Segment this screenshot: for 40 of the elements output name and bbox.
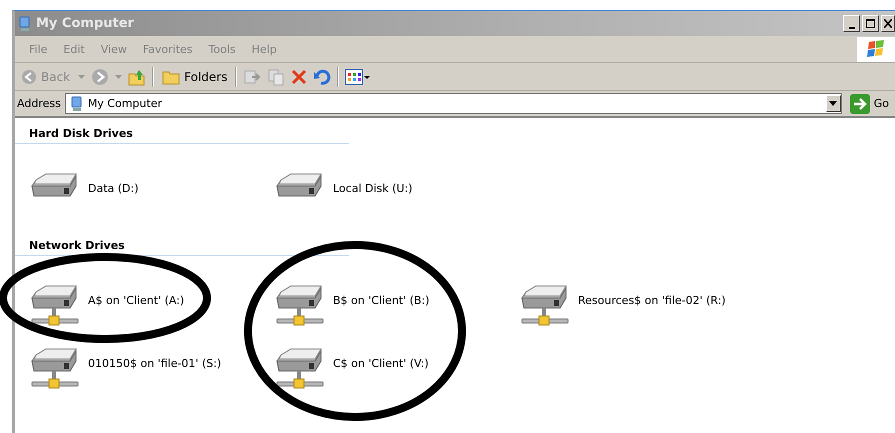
group-header: Hard Disk Drives <box>15 127 349 144</box>
drive-item[interactable]: C$ on 'Client' (V:) <box>275 347 520 395</box>
drive-item[interactable]: Data (D:) <box>30 172 275 220</box>
move-icon[interactable] <box>243 68 262 86</box>
go-button[interactable]: Go <box>846 94 895 114</box>
network-drive-icon <box>30 347 80 391</box>
views-icon[interactable] <box>345 68 372 84</box>
caret-icon <box>829 101 838 106</box>
flag-logo-icon <box>866 39 886 59</box>
caret-icon[interactable] <box>115 74 122 78</box>
address-label: Address <box>17 97 61 110</box>
delete-icon[interactable] <box>291 68 308 84</box>
drive-item[interactable]: B$ on 'Client' (B:) <box>275 284 520 332</box>
group-header: Network Drives <box>15 239 349 256</box>
drive-item[interactable]: 010150$ on 'file-01' (S:) <box>30 347 275 395</box>
computer-icon <box>18 16 32 32</box>
caret-icon[interactable] <box>78 74 86 78</box>
network-drive-icon <box>275 347 325 391</box>
minimize-button[interactable] <box>843 15 860 32</box>
undo-icon[interactable] <box>313 68 332 86</box>
folders-button[interactable]: Folders <box>160 68 230 84</box>
minimize-icon <box>848 26 854 28</box>
drive-item[interactable]: Resources$ on 'file-02' (R:) <box>520 284 765 332</box>
window-title: My Computer <box>36 16 134 31</box>
close-button[interactable] <box>881 15 895 32</box>
computer-icon <box>70 96 84 112</box>
folder-up-icon[interactable] <box>128 68 146 86</box>
copy-icon[interactable] <box>267 68 286 86</box>
dropdown-button[interactable] <box>826 95 841 112</box>
maximize-icon <box>866 19 875 28</box>
drive-item[interactable]: A$ on 'Client' (A:) <box>30 284 275 332</box>
network-drive-icon <box>30 284 80 328</box>
network-drive-icon <box>520 284 570 328</box>
maximize-button[interactable] <box>862 15 879 32</box>
close-icon <box>884 19 892 28</box>
folder-icon <box>162 68 180 84</box>
network-drive-icon <box>275 284 325 328</box>
address-field[interactable]: My Computer <box>64 93 842 114</box>
forward-icon[interactable] <box>91 68 110 86</box>
drive-item[interactable]: Local Disk (U:) <box>275 172 520 220</box>
